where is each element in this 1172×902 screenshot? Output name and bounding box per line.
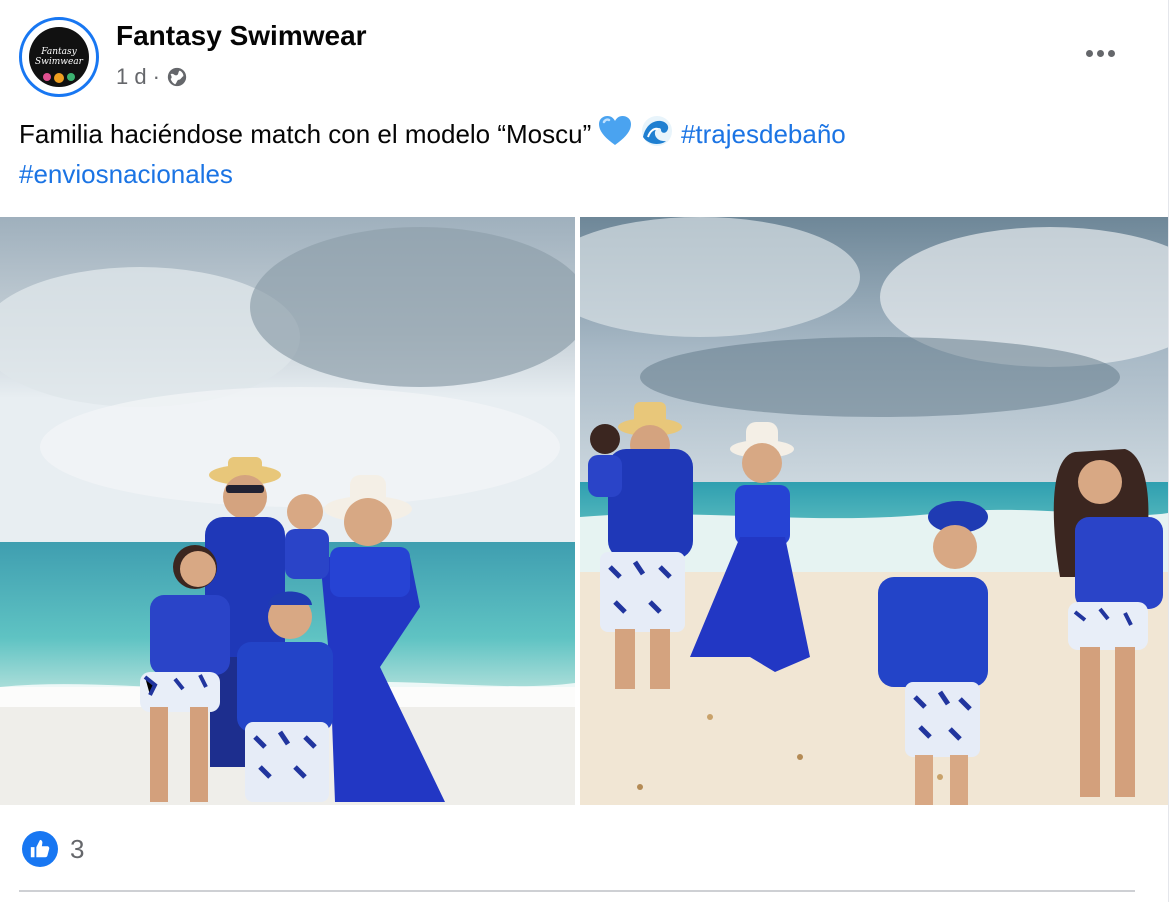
reactions-summary[interactable]: 3 xyxy=(22,831,84,867)
post-card: Fantasy Swimwear Fantasy Swimwear 1 d · … xyxy=(0,0,1169,902)
hashtag-link[interactable]: #trajesdebaño xyxy=(681,119,846,149)
avatar-logo: Fantasy Swimwear xyxy=(29,27,89,87)
more-options-button[interactable] xyxy=(1080,38,1120,68)
family-walking-beach-photo[interactable] xyxy=(580,217,1168,805)
avatar-logo-text-1: Fantasy xyxy=(41,47,77,57)
globe-icon[interactable] xyxy=(166,66,188,88)
blue-heart-icon xyxy=(599,116,632,145)
post-meta: 1 d · xyxy=(116,64,188,90)
more-dot xyxy=(1096,49,1104,57)
more-dot xyxy=(1107,49,1115,57)
water-wave-icon xyxy=(641,116,672,146)
divider xyxy=(19,890,1135,892)
flower-icon xyxy=(54,73,64,83)
more-dot xyxy=(1085,49,1093,57)
meta-separator: · xyxy=(152,64,160,89)
flower-icon xyxy=(43,73,51,81)
post-caption: Familia haciéndose match con el modelo “… xyxy=(19,114,1149,194)
leaf-icon xyxy=(67,73,75,81)
hashtag-link[interactable]: #enviosnacionales xyxy=(19,159,233,189)
like-icon xyxy=(22,831,58,867)
page-avatar[interactable]: Fantasy Swimwear xyxy=(19,17,99,97)
reaction-count: 3 xyxy=(70,833,85,864)
post-timestamp[interactable]: 1 d xyxy=(116,64,147,90)
page-name-link[interactable]: Fantasy Swimwear xyxy=(116,20,367,52)
family-posing-beach-photo[interactable] xyxy=(0,217,575,805)
caption-text: Familia haciéndose match con el modelo “… xyxy=(19,119,599,149)
avatar-logo-text-2: Swimwear xyxy=(35,57,83,67)
